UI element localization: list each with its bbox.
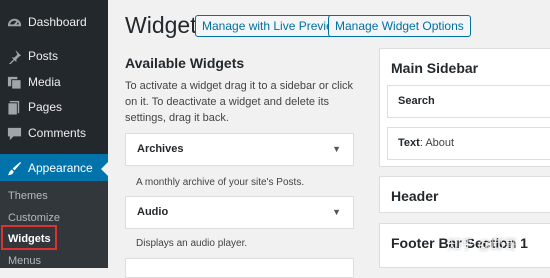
- widget-title: Text: About: [398, 137, 455, 149]
- current-indicator: [101, 162, 108, 176]
- brush-icon: [6, 160, 22, 176]
- submenu-item-themes[interactable]: Themes: [8, 190, 48, 202]
- watermark: 知乎 @邱哥: [448, 237, 517, 252]
- widget-audio[interactable]: Audio ▼: [125, 196, 354, 229]
- comments-icon: [6, 125, 22, 141]
- menu-label: Appearance: [28, 161, 93, 175]
- media-icon: [6, 74, 22, 90]
- dashboard-icon: [6, 14, 22, 30]
- widget-title: Search: [398, 95, 435, 107]
- sidebar-widget-text[interactable]: Text: About: [387, 127, 550, 160]
- widget-title: Archives: [137, 143, 184, 155]
- menu-item-media[interactable]: Media: [0, 68, 108, 96]
- sidebar-widget-search[interactable]: Search: [387, 85, 550, 118]
- highlight-box: [1, 225, 57, 250]
- widget-description: A monthly archive of your site's Posts.: [136, 177, 305, 188]
- sidebar-main: Main Sidebar Search Text: About: [379, 48, 550, 167]
- pin-icon: [6, 48, 22, 64]
- menu-label: Comments: [28, 126, 87, 140]
- admin-sidebar: Dashboard Posts Media Pages Comments App…: [0, 0, 108, 268]
- menu-item-comments[interactable]: Comments: [0, 119, 108, 147]
- widget-description: Displays an audio player.: [136, 238, 248, 249]
- pages-icon: [6, 99, 22, 115]
- menu-item-posts[interactable]: Posts: [0, 42, 108, 70]
- menu-label: Dashboard: [28, 15, 87, 29]
- submenu-item-menus[interactable]: Menus: [8, 255, 41, 267]
- menu-item-pages[interactable]: Pages: [0, 93, 108, 121]
- menu-item-appearance[interactable]: Appearance: [0, 154, 108, 182]
- caret-down-icon[interactable]: ▼: [332, 207, 341, 217]
- menu-label: Media: [28, 75, 61, 89]
- menu-label: Pages: [28, 100, 63, 114]
- submenu-item-customize[interactable]: Customize: [8, 212, 60, 224]
- live-preview-button[interactable]: Manage with Live Preview: [195, 15, 349, 37]
- widget-title: Audio: [137, 206, 169, 218]
- widget-options-button[interactable]: Manage Widget Options: [328, 15, 471, 37]
- widget-partial[interactable]: [125, 258, 354, 278]
- caret-down-icon[interactable]: ▼: [332, 144, 341, 154]
- menu-item-dashboard[interactable]: Dashboard: [0, 8, 108, 36]
- available-widgets-title: Available Widgets: [125, 55, 245, 71]
- menu-label: Posts: [28, 49, 59, 63]
- sidebar-header[interactable]: Header: [379, 176, 550, 213]
- widget-title-suffix: : About: [419, 137, 455, 149]
- sidebar-title: Header: [391, 188, 439, 204]
- sidebar-title[interactable]: Main Sidebar: [391, 60, 478, 76]
- available-widgets-description: To activate a widget drag it to a sideba…: [125, 80, 354, 124]
- widget-archives[interactable]: Archives ▼: [125, 133, 354, 166]
